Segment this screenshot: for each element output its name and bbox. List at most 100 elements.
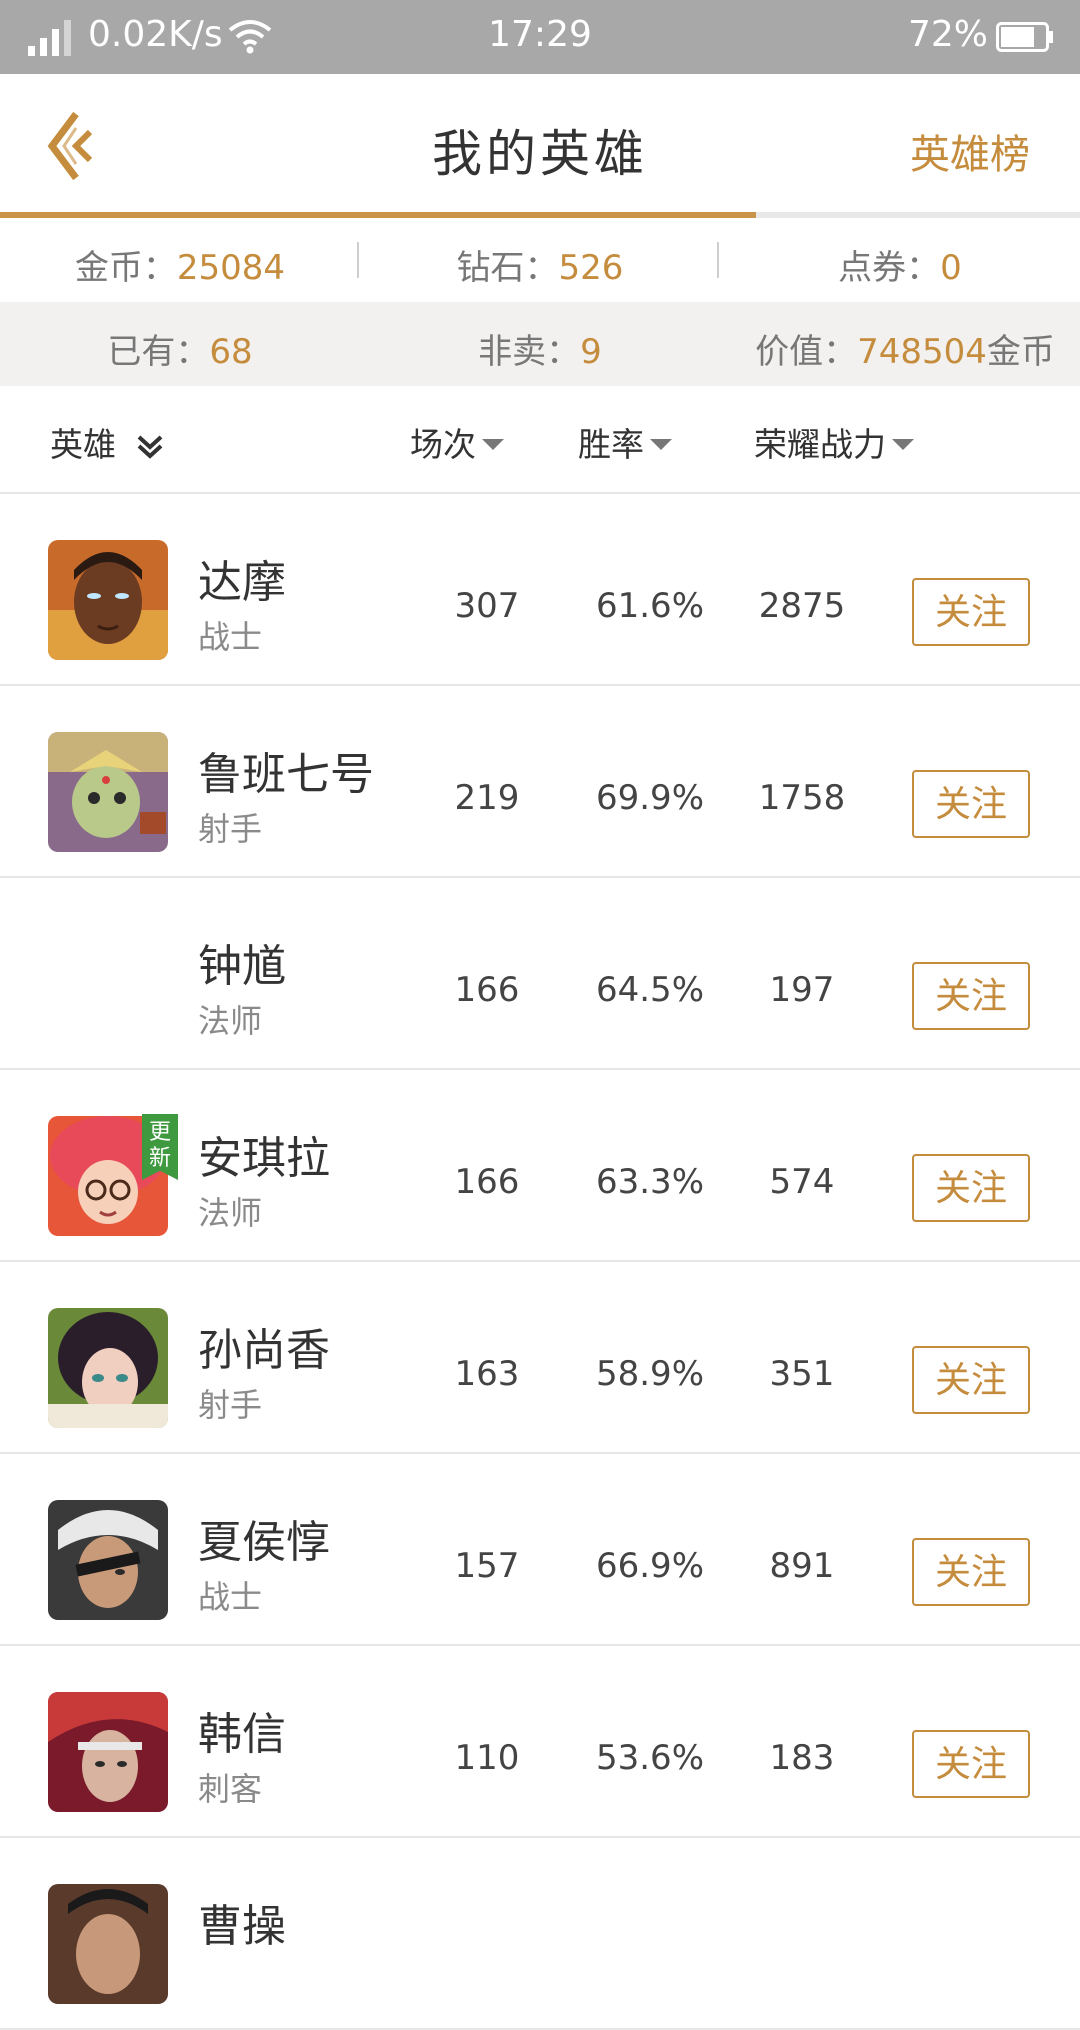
games-count: 166 (454, 970, 520, 1010)
hero-role: 刺客 (198, 1770, 263, 1808)
follow-button[interactable]: 关注 (912, 770, 1030, 838)
hero-name: 安琪拉 (198, 1133, 330, 1184)
hero-name: 曹操 (198, 1901, 286, 1952)
games-count: 166 (454, 1162, 520, 1202)
sort-caret-icon (892, 439, 914, 450)
glory-power: 574 (769, 1162, 835, 1202)
not-for-sale-value: 9 (580, 332, 602, 372)
hero-name: 鲁班七号 (198, 749, 374, 800)
diamond-stat: 钻石：526 (360, 240, 720, 289)
column-games[interactable]: 场次 (410, 418, 504, 466)
follow-button[interactable]: 关注 (912, 1538, 1030, 1606)
win-rate: 61.6% (595, 586, 704, 626)
hero-role: 战士 (198, 1578, 263, 1616)
hero-role: 射手 (198, 1386, 263, 1424)
diamond-value: 526 (558, 248, 624, 288)
hero-name: 达摩 (198, 557, 286, 608)
hero-avatar (48, 1308, 168, 1428)
voucher-value: 0 (940, 248, 962, 288)
games-count: 110 (454, 1738, 520, 1778)
coin-value: 25084 (176, 248, 286, 288)
win-rate: 53.6% (595, 1738, 704, 1778)
hero-avatar (48, 1500, 168, 1620)
hero-avatar (48, 1692, 168, 1812)
hero-ranking-link[interactable]: 英雄榜 (910, 122, 1030, 180)
currency-bar: 金币：25084 钻石：526 点券：0 (0, 218, 1080, 302)
coin-label: 金币： (74, 248, 177, 288)
table-header: 英雄 场次 胜率 荣耀战力 (0, 386, 1080, 494)
follow-button[interactable]: 关注 (912, 962, 1030, 1030)
column-winrate-label: 胜率 (578, 425, 644, 464)
table-row[interactable]: 韩信 刺客 110 53.6% 183 关注 (0, 1646, 1080, 1838)
glory-power: 2875 (758, 586, 846, 626)
hero-avatar (48, 924, 168, 1044)
worth-stat: 价值：748504金币 (740, 324, 1070, 373)
win-rate: 64.5% (595, 970, 704, 1010)
voucher-label: 点券： (838, 248, 941, 288)
divider (717, 242, 719, 278)
table-row[interactable]: 更新 安琪拉 法师 166 63.3% 574 关注 (0, 1070, 1080, 1262)
follow-button[interactable]: 关注 (912, 1730, 1030, 1798)
table-row[interactable]: 孙尚香 射手 163 58.9% 351 关注 (0, 1262, 1080, 1454)
diamond-label: 钻石： (456, 248, 559, 288)
worth-unit: 金币 (986, 332, 1055, 372)
win-rate: 69.9% (595, 778, 704, 818)
battery-icon (996, 22, 1053, 52)
table-row[interactable]: 夏侯惇 战士 157 66.9% 891 关注 (0, 1454, 1080, 1646)
hero-role: 法师 (198, 1002, 263, 1040)
hero-role: 法师 (198, 1194, 263, 1232)
hero-name: 钟馗 (198, 941, 286, 992)
table-row[interactable]: 达摩 战士 307 61.6% 2875 关注 (0, 494, 1080, 686)
battery-percent: 72% (907, 14, 988, 55)
table-row[interactable]: 鲁班七号 射手 219 69.9% 1758 关注 (0, 686, 1080, 878)
win-rate: 58.9% (595, 1354, 704, 1394)
divider (357, 242, 359, 278)
hero-avatar (48, 1884, 168, 2004)
hero-avatar (48, 732, 168, 852)
voucher-stat: 点券：0 (720, 240, 1080, 289)
glory-power: 351 (769, 1354, 835, 1394)
coin-stat: 金币：25084 (0, 240, 360, 289)
owned-stat: 已有：68 (0, 324, 360, 373)
follow-button[interactable]: 关注 (912, 1346, 1030, 1414)
hero-avatar (48, 540, 168, 660)
app-header: 我的英雄 英雄榜 (0, 74, 1080, 218)
games-count: 157 (454, 1546, 520, 1586)
hero-name: 孙尚香 (198, 1325, 330, 1376)
column-power[interactable]: 荣耀战力 (754, 418, 914, 466)
games-count: 219 (454, 778, 520, 818)
glory-power: 1758 (758, 778, 846, 818)
owned-value: 68 (209, 332, 253, 372)
sort-caret-icon (482, 439, 504, 450)
follow-button[interactable]: 关注 (912, 578, 1030, 646)
worth-label: 价值： (755, 332, 858, 372)
table-row[interactable]: 曹操 (0, 1838, 1080, 2030)
follow-button[interactable]: 关注 (912, 1154, 1030, 1222)
not-for-sale-label: 非卖： (478, 332, 581, 372)
games-count: 307 (454, 586, 520, 626)
table-row[interactable]: 钟馗 法师 166 64.5% 197 关注 (0, 878, 1080, 1070)
column-winrate[interactable]: 胜率 (578, 418, 672, 466)
win-rate: 66.9% (595, 1546, 704, 1586)
win-rate: 63.3% (595, 1162, 704, 1202)
status-bar: 0.02K/s 17:29 72% (0, 0, 1080, 74)
column-hero-label: 英雄 (50, 425, 116, 464)
worth-value: 748504 (857, 332, 987, 372)
hero-list: 达摩 战士 307 61.6% 2875 关注 鲁班七号 射手 219 69.9… (0, 494, 1080, 2030)
column-games-label: 场次 (410, 425, 476, 464)
column-hero[interactable]: 英雄 (50, 418, 165, 466)
owned-label: 已有： (107, 332, 210, 372)
hero-role: 射手 (198, 810, 263, 848)
sort-chevron-icon (137, 435, 162, 459)
hero-role: 战士 (198, 618, 263, 656)
not-for-sale-stat: 非卖：9 (360, 324, 720, 373)
sort-caret-icon (650, 439, 672, 450)
hero-summary-bar: 已有：68 非卖：9 价值：748504金币 (0, 302, 1080, 386)
games-count: 163 (454, 1354, 520, 1394)
hero-name: 韩信 (198, 1709, 286, 1760)
column-power-label: 荣耀战力 (754, 425, 886, 464)
glory-power: 197 (769, 970, 835, 1010)
glory-power: 891 (769, 1546, 835, 1586)
update-badge: 更新 (142, 1114, 178, 1180)
hero-name: 夏侯惇 (198, 1517, 330, 1568)
